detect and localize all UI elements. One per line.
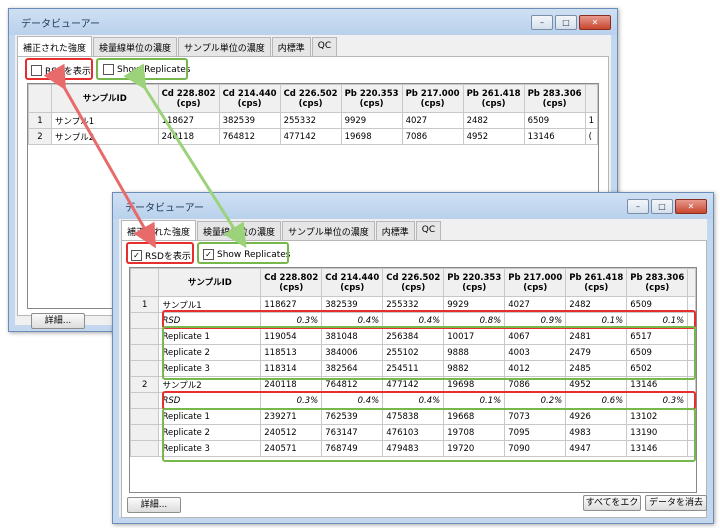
annotation-arrows <box>43 63 247 249</box>
green-link-arrow <box>123 63 247 249</box>
red-link-arrow <box>43 63 156 249</box>
